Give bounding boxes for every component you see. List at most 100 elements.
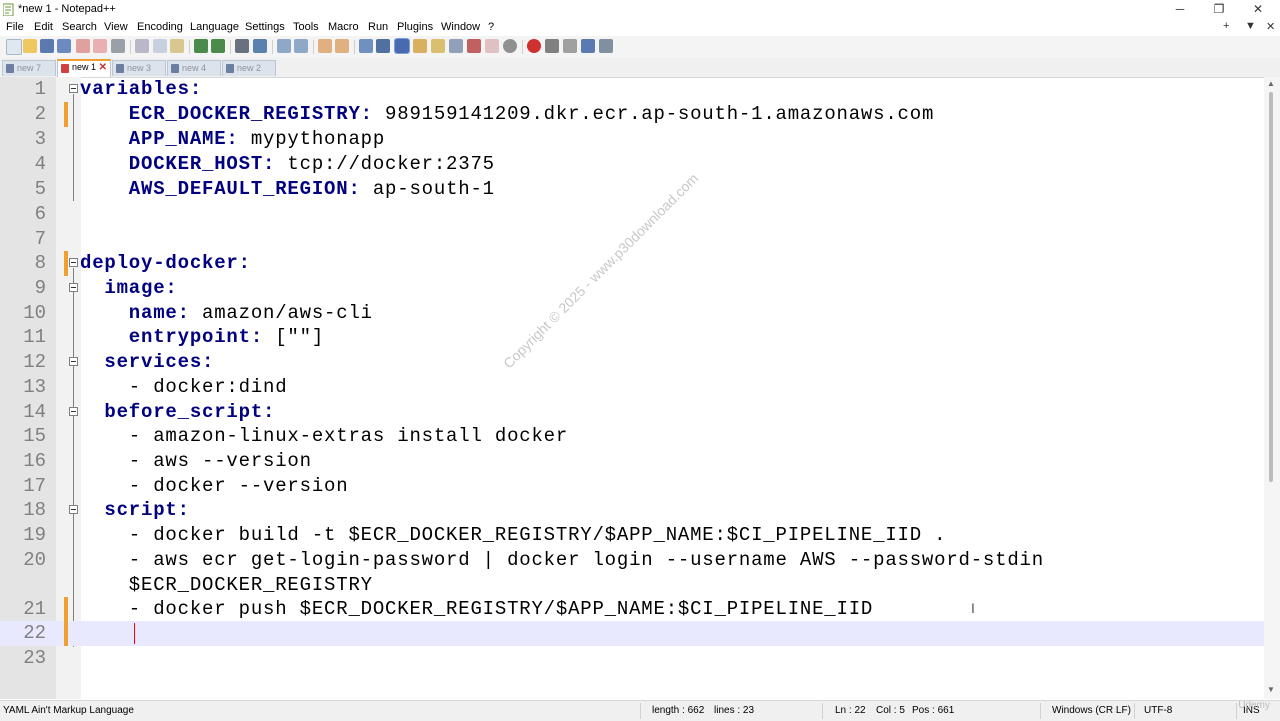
close-tab-button[interactable]: ✕ — [1266, 20, 1275, 33]
line-number: 18 — [23, 499, 46, 521]
record-macro-status-icon[interactable] — [503, 39, 517, 53]
stop-macro-icon[interactable] — [545, 39, 559, 53]
status-eol: Windows (CR LF) — [1052, 705, 1131, 716]
status-encoding: UTF-8 — [1144, 705, 1173, 716]
undo-icon[interactable] — [194, 39, 208, 53]
fold-guide — [73, 94, 74, 201]
close-icon[interactable] — [76, 39, 90, 53]
tab-list-dropdown[interactable]: ▼ — [1245, 20, 1256, 32]
status-col: Col : 5 — [876, 705, 905, 716]
line-number: 6 — [34, 203, 46, 225]
tab-new-7[interactable]: new 7 — [2, 60, 56, 76]
menu-window[interactable]: Window — [441, 21, 480, 33]
minimize-button[interactable]: ─ — [1165, 0, 1195, 20]
udl-icon[interactable] — [413, 39, 427, 53]
menu-language[interactable]: Language — [190, 21, 239, 33]
tab-new-4[interactable]: new 4 — [167, 60, 221, 76]
function-list-icon[interactable] — [449, 39, 463, 53]
status-lines: lines : 23 — [714, 705, 755, 716]
yaml-key: variables: — [80, 78, 203, 100]
menu-settings[interactable]: Settings — [245, 21, 285, 33]
close-all-icon[interactable] — [93, 39, 107, 53]
tab-new-2[interactable]: new 2 — [222, 60, 276, 76]
editor-text-area[interactable]: 1 variables: 2 ECR_DOCKER_REGISTRY: 9891… — [0, 77, 1264, 699]
copy-icon[interactable] — [153, 39, 167, 53]
replace-icon[interactable] — [253, 39, 267, 53]
fold-toggle-icon[interactable] — [69, 505, 78, 514]
fold-toggle-icon[interactable] — [69, 407, 78, 416]
line-number: 3 — [34, 128, 46, 150]
menu-run[interactable]: Run — [368, 21, 388, 33]
yaml-value: [""] — [263, 326, 325, 348]
fold-toggle-icon[interactable] — [69, 84, 78, 93]
open-file-icon[interactable] — [23, 39, 37, 53]
udemy-watermark-logo: Udemy — [1238, 700, 1270, 711]
yaml-key: AWS_DEFAULT_REGION: — [80, 178, 361, 200]
indent-guide-icon[interactable] — [394, 38, 410, 54]
cut-icon[interactable] — [135, 39, 149, 53]
document-icon — [226, 64, 234, 73]
save-all-icon[interactable] — [57, 39, 71, 53]
menu-file[interactable]: File — [6, 21, 24, 33]
menu-tools[interactable]: Tools — [293, 21, 319, 33]
mouse-ibeam-cursor-icon: I — [971, 600, 975, 616]
fold-toggle-icon[interactable] — [69, 283, 78, 292]
menu-view[interactable]: View — [104, 21, 128, 33]
toolbar-separator — [354, 40, 355, 54]
find-icon[interactable] — [235, 39, 249, 53]
fold-toggle-icon[interactable] — [69, 357, 78, 366]
yaml-value: - amazon-linux-extras install docker — [80, 425, 569, 447]
tab-new-1[interactable]: new 1 ✕ — [57, 59, 111, 77]
yaml-key: services: — [80, 351, 215, 373]
run-macro-multiple-icon[interactable] — [581, 39, 595, 53]
new-file-icon[interactable] — [6, 39, 22, 55]
redo-icon[interactable] — [211, 39, 225, 53]
line-number: 11 — [23, 326, 46, 348]
change-marker — [64, 621, 68, 646]
yaml-value: amazon/aws-cli — [189, 302, 373, 324]
toolbar-separator — [272, 40, 273, 54]
yaml-value: mypythonapp — [238, 128, 386, 150]
yaml-key: DOCKER_HOST: — [80, 153, 276, 175]
current-line[interactable]: 22 — [0, 621, 1264, 646]
yaml-key: image: — [80, 277, 178, 299]
yaml-value: $ECR_DOCKER_REGISTRY — [80, 574, 373, 596]
record-macro-icon[interactable] — [527, 39, 541, 53]
yaml-value: - aws --version — [80, 450, 312, 472]
folder-workspace-icon[interactable] — [467, 39, 481, 53]
menu-encoding[interactable]: Encoding — [137, 21, 183, 33]
print-icon[interactable] — [111, 39, 125, 53]
paste-icon[interactable] — [170, 39, 184, 53]
line-number: 14 — [23, 401, 46, 423]
save-icon[interactable] — [40, 39, 54, 53]
scroll-down-arrow-icon[interactable]: ▼ — [1267, 685, 1275, 694]
sync-v-icon[interactable] — [318, 39, 332, 53]
play-macro-icon[interactable] — [563, 39, 577, 53]
wrap-icon[interactable] — [359, 39, 373, 53]
save-macro-icon[interactable] — [599, 39, 613, 53]
scrollbar-thumb[interactable] — [1269, 92, 1273, 482]
fold-toggle-icon[interactable] — [69, 258, 78, 267]
menu-search[interactable]: Search — [62, 21, 97, 33]
menu-plugins[interactable]: Plugins — [397, 21, 433, 33]
line-number: 4 — [34, 153, 46, 175]
scroll-up-arrow-icon[interactable]: ▲ — [1267, 79, 1275, 88]
restore-button[interactable]: ❐ — [1204, 0, 1234, 20]
doc-map-icon[interactable] — [431, 39, 445, 53]
menu-edit[interactable]: Edit — [34, 21, 53, 33]
monitor-icon[interactable] — [485, 39, 499, 53]
vertical-scrollbar[interactable]: ▲ ▼ — [1264, 77, 1280, 699]
menu-macro[interactable]: Macro — [328, 21, 359, 33]
menu-help[interactable]: ? — [488, 21, 494, 33]
tab-new-3[interactable]: new 3 — [112, 60, 166, 76]
status-bar: YAML Ain't Markup Language length : 662 … — [0, 700, 1280, 721]
sync-h-icon[interactable] — [335, 39, 349, 53]
new-tab-button[interactable]: + — [1223, 20, 1229, 32]
all-chars-icon[interactable] — [376, 39, 390, 53]
yaml-key: APP_NAME: — [80, 128, 239, 150]
close-window-button[interactable]: ✕ — [1243, 0, 1273, 20]
zoom-in-icon[interactable] — [277, 39, 291, 53]
zoom-out-icon[interactable] — [294, 39, 308, 53]
tab-close-icon[interactable]: ✕ — [99, 62, 107, 73]
status-separator — [1134, 703, 1135, 719]
